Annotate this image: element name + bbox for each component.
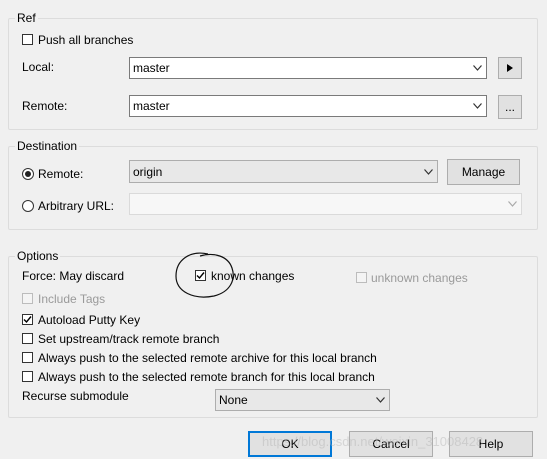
chevron-down-icon [371,390,389,410]
remote-radio-label: Remote: [38,167,84,181]
triangle-right-icon [507,61,513,75]
remote-branch-value: master [133,99,170,113]
annotation-circle [175,252,234,298]
local-branch-combo[interactable]: master [129,57,487,79]
local-branch-value: master [133,61,170,75]
chevron-down-icon [468,96,486,116]
remote-browse-button[interactable]: ... [498,95,522,119]
push-remote-branch-checkbox[interactable] [22,371,33,382]
unknown-changes-label: unknown changes [371,271,468,285]
destination-legend: Destination [15,139,80,153]
unknown-changes-checkbox[interactable] [356,272,367,283]
checkmark-icon [23,316,32,324]
ref-legend: Ref [15,11,38,25]
autoload-putty-checkbox[interactable] [22,314,33,325]
recurse-submodule-label: Recurse submodule [22,389,129,403]
arbitrary-url-label: Arbitrary URL: [38,199,115,213]
set-upstream-label: Set upstream/track remote branch [38,332,220,346]
local-expand-button[interactable] [498,57,522,79]
autoload-putty-label: Autoload Putty Key [38,313,141,327]
local-label: Local: [22,60,55,74]
remote-value: origin [133,164,163,179]
push-all-branches-checkbox[interactable] [22,34,33,45]
include-tags-checkbox[interactable] [22,293,33,304]
push-remote-branch-label: Always push to the selected remote branc… [38,370,375,384]
arbitrary-url-combo[interactable] [129,193,522,215]
push-remote-archive-label: Always push to the selected remote archi… [38,351,377,365]
chevron-down-icon [468,58,486,78]
watermark: https://blog.csdn.net/weixin_31008428 [262,434,484,449]
remote-radio[interactable] [22,168,34,180]
push-remote-archive-checkbox[interactable] [22,352,33,363]
options-legend: Options [15,249,61,263]
remote-combo[interactable]: origin [129,160,438,183]
set-upstream-checkbox[interactable] [22,333,33,344]
push-all-branches-label: Push all branches [38,33,134,47]
include-tags-label: Include Tags [38,292,106,306]
arbitrary-url-radio[interactable] [22,200,34,212]
chevron-down-icon [503,194,521,214]
remote-branch-combo[interactable]: master [129,95,487,117]
manage-button[interactable]: Manage [447,159,520,185]
remote-branch-label: Remote: [22,99,68,113]
recurse-submodule-value: None [219,393,248,407]
chevron-down-icon [419,161,437,182]
radio-selected-dot [25,171,31,177]
force-label: Force: May discard [22,269,125,283]
recurse-submodule-combo[interactable]: None [215,389,390,411]
